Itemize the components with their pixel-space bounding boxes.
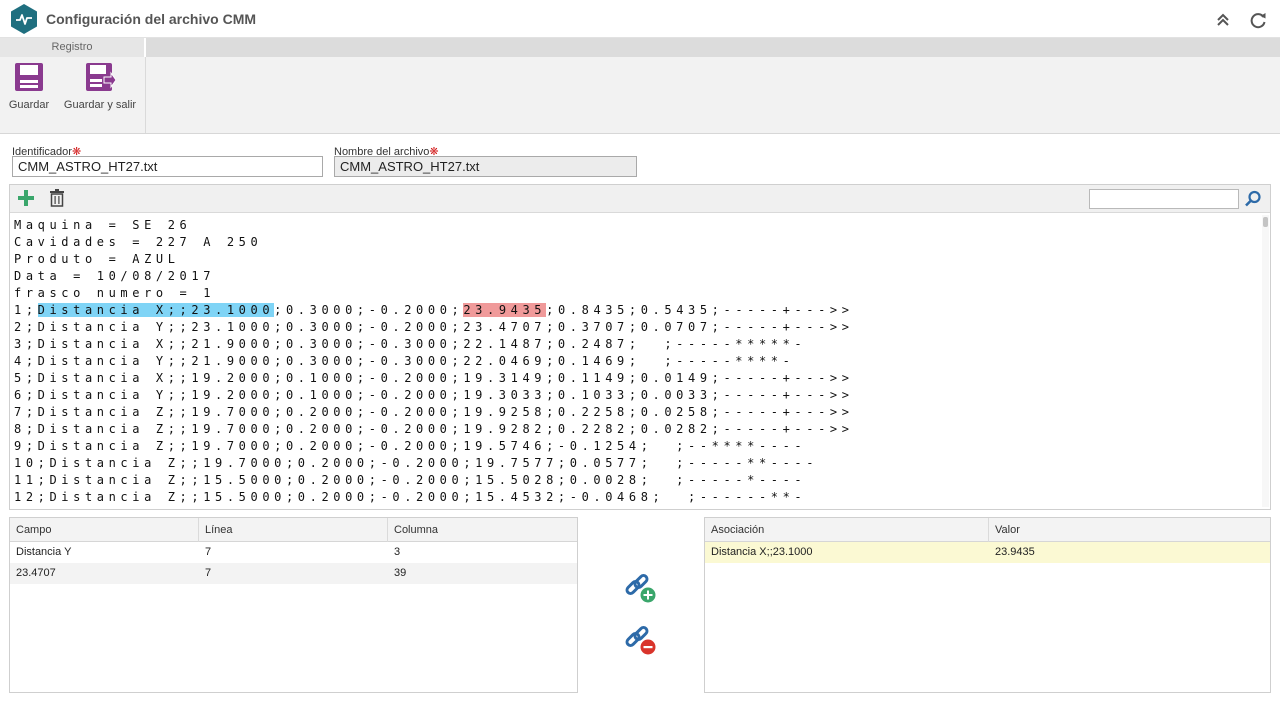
selected-value-text[interactable]: 23.9435: [463, 303, 547, 317]
association-grid: Asociación Valor Distancia X;;23.1000 23…: [704, 517, 1271, 693]
double-chevron-up-icon[interactable]: [1213, 10, 1233, 30]
plus-icon[interactable]: [17, 189, 35, 207]
selected-field-text[interactable]: Distancia X;;23.1000: [37, 303, 275, 317]
cell-valor: 23.9435: [995, 546, 1035, 558]
text-line[interactable]: Maquina = SE 26: [14, 217, 191, 234]
link-add-icon[interactable]: [623, 570, 657, 604]
column-header-columna[interactable]: Columna: [388, 518, 577, 542]
scrollbar-thumb[interactable]: [1263, 217, 1268, 227]
association-grid-header: Asociación Valor: [705, 518, 1270, 542]
floppy-exit-icon: [86, 63, 116, 91]
column-header-valor[interactable]: Valor: [989, 518, 1270, 542]
vertical-scrollbar[interactable]: [1262, 215, 1269, 507]
column-header-campo[interactable]: Campo: [10, 518, 199, 542]
file-text-area[interactable]: Maquina = SE 26 Cavidades = 227 A 250 Pr…: [10, 213, 1260, 509]
fields-grid-header: Campo Línea Columna: [10, 518, 577, 542]
editor-toolbar: [10, 185, 1270, 213]
line-prefix: 1;: [14, 303, 38, 317]
ribbon-tab-bar: Registro: [0, 38, 1280, 57]
text-line[interactable]: 9;Distancia Z;;19.7000;0.2000;-0.2000;19…: [14, 438, 806, 455]
text-line[interactable]: 4;Distancia Y;;21.9000;0.3000;-0.3000;22…: [14, 353, 794, 370]
text-line[interactable]: 2;Distancia Y;;23.1000;0.3000;-0.2000;23…: [14, 319, 854, 336]
file-content-panel: Maquina = SE 26 Cavidades = 227 A 250 Pr…: [9, 184, 1271, 510]
text-line[interactable]: 8;Distancia Z;;19.7000;0.2000;-0.2000;19…: [14, 421, 854, 438]
table-row[interactable]: 23.4707 7 39: [10, 563, 577, 584]
line-suffix: ;0.8435;0.5435;-----+--->>: [546, 303, 854, 317]
text-line[interactable]: 7;Distancia Z;;19.7000;0.2000;-0.2000;19…: [14, 404, 854, 421]
refresh-icon[interactable]: [1248, 10, 1268, 30]
cell-columna: 3: [394, 546, 401, 558]
title-bar: Configuración del archivo CMM: [0, 0, 1280, 38]
table-row[interactable]: Distancia Y 7 3: [10, 542, 577, 563]
text-line[interactable]: Produto = AZUL: [14, 251, 180, 268]
text-line[interactable]: 6;Distancia Y;;19.2000;0.1000;-0.2000;19…: [14, 387, 854, 404]
text-line[interactable]: Cavidades = 227 A 250: [14, 234, 262, 251]
text-line[interactable]: 12;Distancia Z;;15.5000;0.2000;-0.2000;1…: [14, 489, 806, 506]
text-line[interactable]: Data = 10/08/2017: [14, 268, 215, 285]
save-label: Guardar: [8, 99, 50, 111]
text-line[interactable]: 3;Distancia X;;21.9000;0.3000;-0.3000;22…: [14, 336, 806, 353]
identifier-field[interactable]: [12, 156, 323, 177]
text-line[interactable]: frasco numero = 1: [14, 285, 215, 302]
filename-field: [334, 156, 637, 177]
link-remove-icon[interactable]: [623, 622, 657, 656]
column-header-asociacion[interactable]: Asociación: [705, 518, 989, 542]
text-line[interactable]: 5;Distancia X;;19.2000;0.1000;-0.2000;19…: [14, 370, 854, 387]
cell-columna: 39: [394, 567, 407, 579]
window-title: Configuración del archivo CMM: [46, 11, 257, 27]
search-input[interactable]: [1089, 189, 1239, 209]
save-and-exit-button[interactable]: Guardar y salir: [62, 61, 138, 111]
tab-registro[interactable]: Registro: [0, 38, 146, 57]
table-row-selected[interactable]: Distancia X;;23.1000 23.9435: [705, 542, 1270, 563]
text-line[interactable]: 10;Distancia Z;;19.7000;0.2000;-0.2000;1…: [14, 455, 818, 472]
cell-linea: 7: [205, 567, 212, 579]
search-icon[interactable]: [1244, 190, 1262, 208]
save-and-exit-label: Guardar y salir: [63, 99, 137, 111]
text-line[interactable]: 11;Distancia Z;;15.5000;0.2000;-0.2000;1…: [14, 472, 806, 489]
ribbon: Registro Guardar Guardar y salir: [0, 38, 1280, 134]
floppy-icon: [15, 63, 43, 91]
save-button[interactable]: Guardar: [6, 61, 52, 111]
text-line-highlighted[interactable]: 1;Distancia X;;23.1000;0.3000;-0.2000;23…: [14, 302, 854, 319]
fields-grid: Campo Línea Columna Distancia Y 7 3 23.4…: [9, 517, 578, 693]
ribbon-group-registro: Guardar Guardar y salir: [0, 57, 146, 133]
pulse-icon: [11, 4, 37, 34]
cell-linea: 7: [205, 546, 212, 558]
cell-campo: 23.4707: [16, 567, 56, 579]
column-header-linea[interactable]: Línea: [199, 518, 388, 542]
cell-asociacion: Distancia X;;23.1000: [711, 546, 813, 558]
cell-campo: Distancia Y: [16, 546, 72, 558]
line-middle: ;0.3000;-0.2000;: [274, 303, 464, 317]
trash-icon[interactable]: [49, 189, 65, 207]
